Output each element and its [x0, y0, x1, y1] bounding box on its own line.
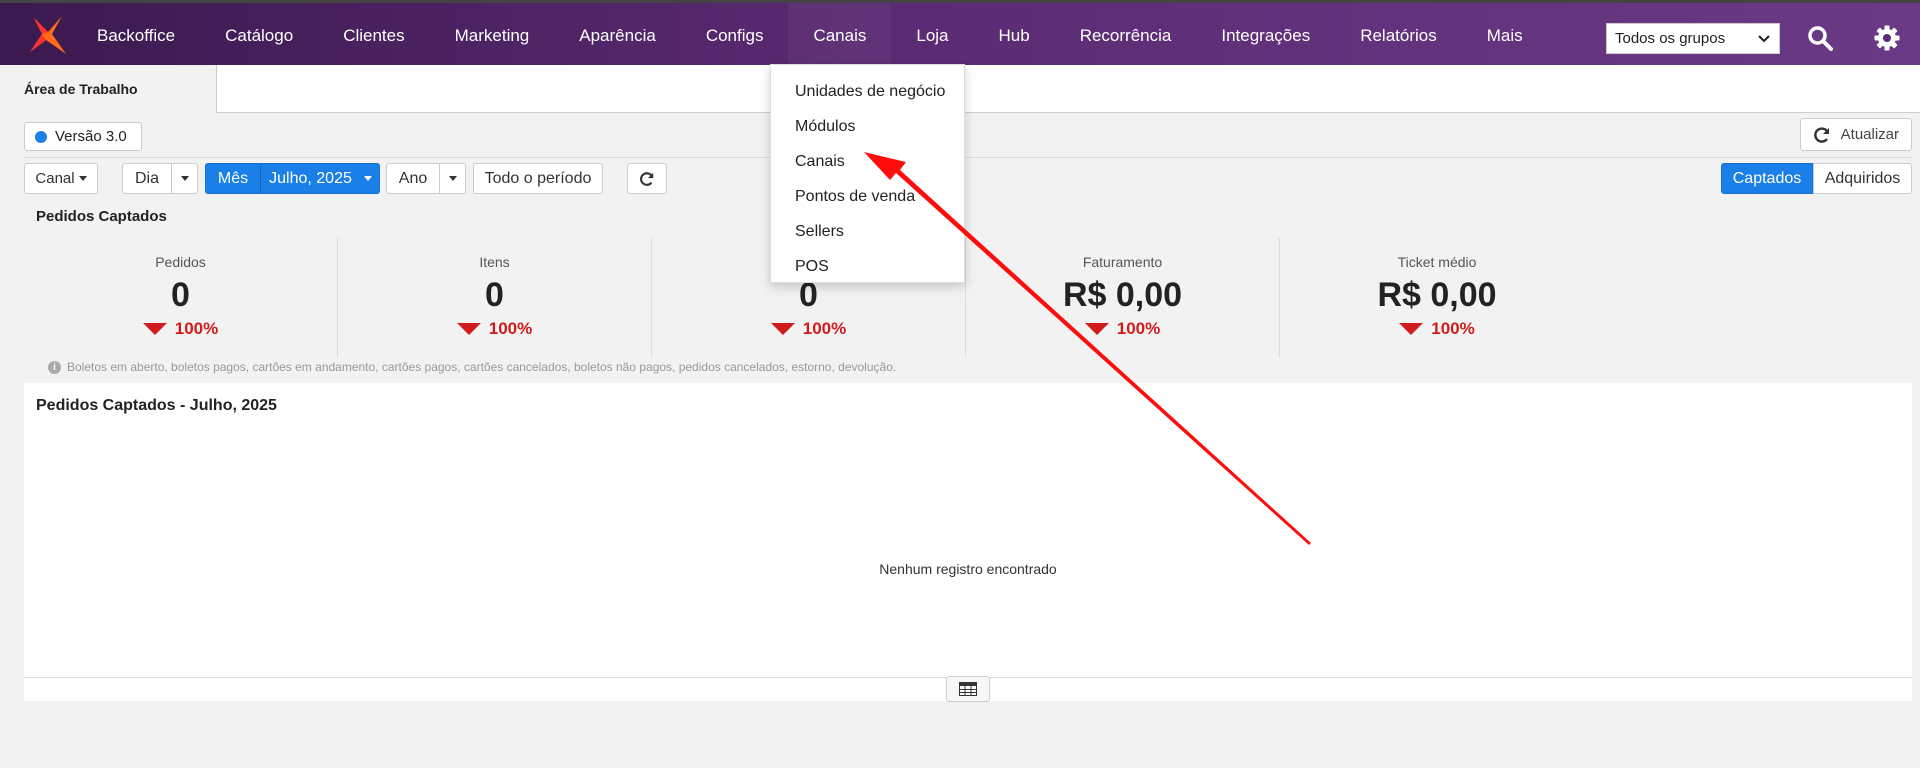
nav-loja[interactable]: Loja — [891, 3, 973, 68]
stat-delta: 100% — [966, 319, 1279, 339]
top-navbar: Backoffice Catálogo Clientes Marketing A… — [0, 0, 1920, 68]
empty-state: Nenhum registro encontrado — [879, 561, 1057, 577]
nav-configs[interactable]: Configs — [681, 3, 789, 68]
menu-item-modulos[interactable]: Módulos — [771, 109, 964, 144]
stat-value: 0 — [171, 276, 190, 314]
dia-label: Dia — [134, 169, 159, 187]
stat-value: R$ 0,00 — [1062, 276, 1183, 314]
nav-canais[interactable]: Canais — [788, 3, 892, 68]
nav-aparencia[interactable]: Aparência — [554, 3, 681, 68]
nav-recorrencia[interactable]: Recorrência — [1055, 3, 1197, 68]
chevron-down-icon — [1758, 34, 1770, 42]
todo-periodo-label: Todo o período — [484, 169, 592, 187]
ano-button[interactable]: Ano — [387, 164, 439, 193]
down-arrow-icon — [142, 323, 167, 335]
version-label: Versão 3.0 — [55, 128, 127, 145]
down-arrow-icon — [1084, 323, 1109, 335]
atualizar-label: Atualizar — [1840, 126, 1899, 143]
ano-dropdown-toggle[interactable] — [440, 164, 466, 193]
nav-mais[interactable]: Mais — [1462, 3, 1548, 68]
mes-button[interactable]: Mês — [206, 164, 260, 193]
down-arrow-icon — [770, 323, 795, 335]
nav-backoffice[interactable]: Backoffice — [72, 3, 200, 68]
ano-label: Ano — [398, 169, 428, 187]
nav-relatorios[interactable]: Relatórios — [1335, 3, 1462, 68]
stat-value: 0 — [485, 276, 504, 314]
canal-label: Canal — [35, 170, 75, 187]
stat-label: Pedidos — [155, 254, 206, 270]
stat-delta: 100% — [338, 319, 651, 339]
nav-catalogo[interactable]: Catálogo — [200, 3, 318, 68]
captados-button[interactable]: Captados — [1721, 163, 1813, 194]
info-icon: i — [48, 360, 61, 374]
chart-panel: Pedidos Captados - Julho, 2025 Nenhum re… — [24, 383, 1912, 702]
stat-itens: Itens 0 100% — [338, 238, 652, 358]
adquiridos-button[interactable]: Adquiridos — [1813, 163, 1912, 194]
nav-clientes[interactable]: Clientes — [318, 3, 429, 68]
canais-dropdown-menu: Unidades de negócio Módulos Canais Ponto… — [770, 64, 965, 283]
logo-icon[interactable] — [28, 14, 68, 56]
reload-filter-button[interactable] — [627, 163, 667, 194]
divider — [24, 157, 1912, 158]
menu-item-pos[interactable]: POS — [771, 249, 964, 284]
stat-faturamento: Faturamento R$ 0,00 100% — [966, 238, 1280, 358]
stat-label: Faturamento — [1082, 254, 1163, 270]
refresh-icon — [640, 171, 654, 186]
stat-label: Ticket médio — [1397, 254, 1477, 270]
version-badge[interactable]: Versão 3.0 — [24, 122, 142, 151]
stat-delta: 100% — [1280, 319, 1594, 339]
atualizar-button[interactable]: Atualizar — [1799, 118, 1912, 151]
down-arrow-icon — [1399, 323, 1424, 335]
stat-ticket-medio: Ticket médio R$ 0,00 100% — [1280, 238, 1594, 358]
mes-value: Julho, 2025 — [269, 169, 352, 187]
mes-dropdown[interactable]: Julho, 2025 — [261, 164, 380, 193]
stat-pedidos: Pedidos 0 100% — [24, 238, 338, 358]
stats-title: Pedidos Captados — [36, 208, 167, 225]
footnote-text: Boletos em aberto, boletos pagos, cartõe… — [67, 360, 897, 374]
group-select[interactable]: Todos os grupos — [1606, 23, 1780, 54]
nav-hub[interactable]: Hub — [974, 3, 1055, 68]
refresh-icon — [1813, 126, 1829, 143]
table-toggle-button[interactable] — [946, 676, 990, 702]
mes-button-group: Mês Julho, 2025 — [205, 163, 380, 194]
search-icon[interactable] — [1807, 25, 1833, 51]
status-dot — [35, 130, 47, 143]
ano-button-group: Ano — [386, 163, 466, 194]
dia-button[interactable]: Dia — [123, 164, 171, 193]
group-select-value: Todos os grupos — [1615, 30, 1726, 47]
table-icon — [959, 682, 977, 696]
menu-item-canais[interactable]: Canais — [771, 144, 964, 179]
dia-button-group: Dia — [122, 163, 198, 194]
panel-title: Pedidos Captados - Julho, 2025 — [36, 397, 277, 414]
stat-label: Itens — [479, 254, 510, 270]
nav-integracoes[interactable]: Integrações — [1196, 3, 1335, 68]
down-arrow-icon — [456, 323, 481, 335]
nav-marketing[interactable]: Marketing — [430, 3, 555, 68]
dia-dropdown-toggle[interactable] — [172, 164, 198, 193]
adquiridos-label: Adquiridos — [1824, 169, 1901, 187]
main-nav: Backoffice Catálogo Clientes Marketing A… — [72, 3, 1548, 68]
mes-label: Mês — [217, 169, 249, 187]
menu-item-unidades-de-negocio[interactable]: Unidades de negócio — [771, 74, 964, 109]
captados-label: Captados — [1732, 169, 1802, 187]
stat-value: R$ 0,00 — [1377, 276, 1497, 314]
tab-strip — [217, 65, 1920, 112]
stat-delta: 100% — [652, 319, 965, 339]
tab-area-de-trabalho[interactable]: Área de Trabalho — [0, 65, 217, 113]
menu-item-sellers[interactable]: Sellers — [771, 214, 964, 249]
menu-item-pontos-de-venda[interactable]: Pontos de venda — [771, 179, 964, 214]
gear-icon[interactable] — [1874, 25, 1900, 51]
stat-delta: 100% — [24, 319, 337, 339]
canal-dropdown[interactable]: Canal — [24, 163, 98, 194]
todo-periodo-button[interactable]: Todo o período — [473, 163, 603, 194]
stats-footnote: i Boletos em aberto, boletos pagos, cart… — [48, 360, 896, 374]
